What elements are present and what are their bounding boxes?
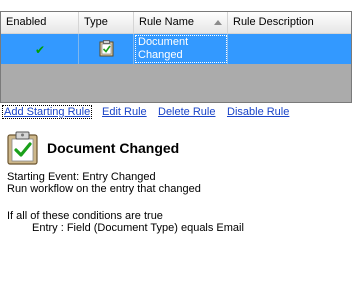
add-starting-rule-link[interactable]: Add Starting Rule [2, 105, 93, 119]
starting-event-text: Starting Event: Entry Changed [7, 171, 156, 183]
column-header-type[interactable]: Type [79, 12, 134, 33]
disable-rule-link[interactable]: Disable Rule [227, 106, 289, 118]
delete-rule-link[interactable]: Delete Rule [158, 106, 215, 118]
edit-rule-link[interactable]: Edit Rule [102, 106, 147, 118]
condition-item: Entry : Field (Document Type) equals Ema… [32, 222, 244, 234]
type-cell[interactable] [79, 34, 134, 64]
column-header-rule-name-label: Rule Name [139, 16, 195, 28]
column-header-rule-description[interactable]: Rule Description [228, 12, 351, 33]
rule-title: Document Changed [47, 140, 180, 156]
sort-ascending-icon [214, 20, 222, 25]
rule-name-line-1: Document [138, 36, 189, 48]
rule-description-cell[interactable] [228, 34, 351, 64]
enabled-cell[interactable]: ✔ [1, 34, 79, 64]
rule-name-line-2: Changed [138, 49, 183, 61]
run-workflow-text: Run workflow on the entry that changed [7, 183, 201, 195]
checkmark-icon: ✔ [35, 43, 46, 57]
clipboard-check-icon [7, 131, 38, 165]
rule-name-cell[interactable]: Document Changed [134, 34, 228, 64]
grid-header: Enabled Type Rule Name Rule Description [1, 12, 351, 34]
conditions-header: If all of these conditions are true [7, 210, 163, 222]
column-header-enabled[interactable]: Enabled [1, 12, 79, 33]
table-row[interactable]: ✔ Document Changed [1, 34, 351, 64]
column-header-rule-name[interactable]: Rule Name [134, 12, 228, 33]
clipboard-check-icon [99, 40, 114, 57]
rules-grid[interactable]: Enabled Type Rule Name Rule Description … [0, 11, 352, 103]
